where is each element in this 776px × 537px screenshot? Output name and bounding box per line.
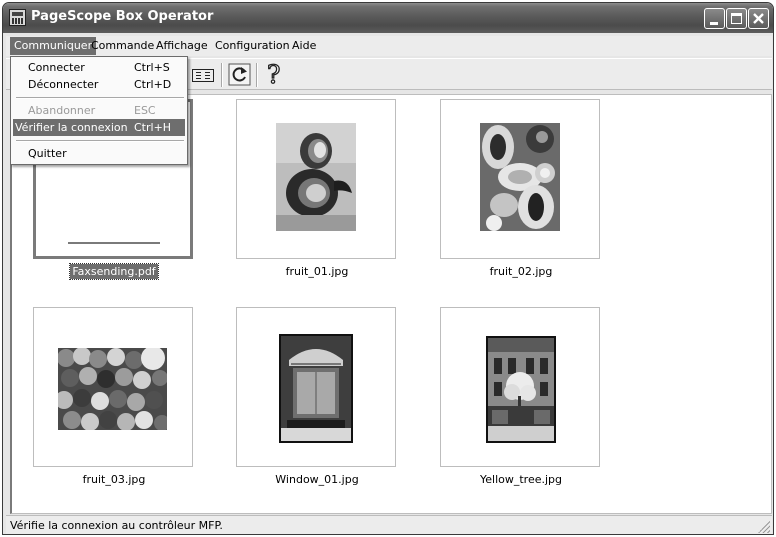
menu-communiquer[interactable]: Communiquer xyxy=(10,37,97,55)
menu-item-abandonner[interactable]: Abandonner ESC xyxy=(13,102,185,119)
title-bar[interactable]: PageScope Box Operator xyxy=(3,3,773,33)
file-thumbnail[interactable] xyxy=(236,307,396,467)
toolbar-separator xyxy=(221,63,223,87)
menu-commande[interactable]: Commande xyxy=(87,37,158,55)
window-photo-image xyxy=(279,334,353,443)
app-icon[interactable] xyxy=(9,9,26,26)
fig-photo-image xyxy=(276,123,356,231)
file-caption[interactable]: Yellow_tree.jpg xyxy=(421,473,621,486)
pdf-preview-line xyxy=(68,242,160,244)
maximize-icon xyxy=(731,13,742,24)
file-thumbnail[interactable] xyxy=(440,307,600,467)
maximize-button[interactable] xyxy=(726,8,747,29)
close-button[interactable] xyxy=(748,8,769,29)
communiquer-dropdown-menu: Connecter Ctrl+S Déconnecter Ctrl+D Aban… xyxy=(10,56,188,165)
menu-aide[interactable]: Aide xyxy=(288,37,320,55)
file-thumbnail[interactable] xyxy=(440,99,600,259)
toolbar-separator xyxy=(256,63,258,87)
help-icon: ? xyxy=(266,59,281,89)
view-mode-button[interactable] xyxy=(188,62,216,88)
fruit-platter-image xyxy=(480,123,560,231)
menu-affichage[interactable]: Affichage xyxy=(152,37,212,55)
help-button[interactable]: ? xyxy=(261,59,289,89)
status-text: Vérifie la connexion au contrôleur MFP. xyxy=(10,519,223,532)
file-caption[interactable]: fruit_01.jpg xyxy=(217,265,417,278)
menu-configuration[interactable]: Configuration xyxy=(211,37,294,55)
refresh-button[interactable] xyxy=(226,62,254,88)
file-thumbnail[interactable] xyxy=(33,307,193,467)
close-icon xyxy=(753,13,764,24)
menu-separator xyxy=(16,97,184,99)
file-caption[interactable]: fruit_02.jpg xyxy=(421,265,621,278)
refresh-icon xyxy=(228,63,251,86)
file-thumbnail[interactable] xyxy=(236,99,396,259)
menu-item-deconnecter[interactable]: Déconnecter Ctrl+D xyxy=(13,76,185,93)
thumbnail-view-icon xyxy=(192,69,214,82)
status-bar: Vérifie la connexion au contrôleur MFP. xyxy=(6,515,772,534)
minimize-icon xyxy=(710,22,718,25)
minimize-button[interactable] xyxy=(704,8,725,29)
file-caption[interactable]: fruit_03.jpg xyxy=(14,473,214,486)
menu-item-quitter[interactable]: Quitter xyxy=(13,145,185,162)
street-tree-image xyxy=(486,336,556,443)
menu-bar: Communiquer Commande Affichage Configura… xyxy=(6,36,772,56)
window-title: PageScope Box Operator xyxy=(31,9,214,24)
file-caption[interactable]: Faxsending.pdf xyxy=(14,263,214,280)
app-window: PageScope Box Operator Communiquer Comma… xyxy=(2,2,774,535)
resize-grip-icon[interactable] xyxy=(758,521,770,533)
menu-item-verifier-connexion[interactable]: Vérifier la connexion Ctrl+H xyxy=(13,119,185,136)
fruit-market-image xyxy=(58,348,167,430)
menu-item-connecter[interactable]: Connecter Ctrl+S xyxy=(13,59,185,76)
menu-separator xyxy=(16,140,184,142)
file-caption[interactable]: Window_01.jpg xyxy=(217,473,417,486)
